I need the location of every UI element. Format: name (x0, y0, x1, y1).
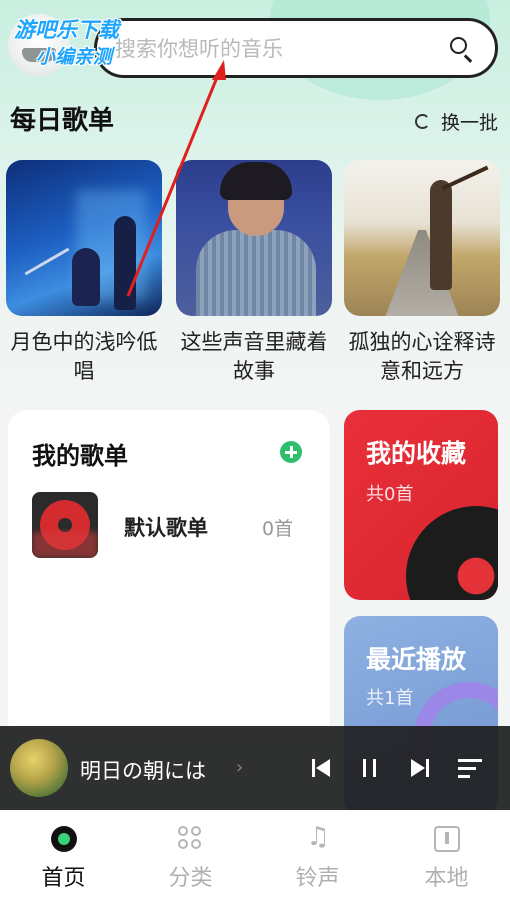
daily-playlist-title: 每日歌单 (10, 100, 122, 137)
playlist-caption[interactable]: 孤独的心诠释诗意和远方 (344, 328, 500, 386)
my-playlists-title: 我的歌单 (32, 442, 128, 470)
favorites-title: 我的收藏 (366, 439, 467, 468)
tab-ringtone-label: 铃声 (295, 866, 340, 891)
playlist-card[interactable]: 孤独的心诠释诗意和远方 (344, 160, 500, 386)
daily-playlist-title-text: 每日歌单 (10, 106, 115, 136)
tab-local-label: 本地 (424, 866, 469, 891)
now-playing-title[interactable]: 明日の朝には (80, 755, 206, 785)
pause-icon[interactable] (352, 750, 388, 786)
playlist-icon[interactable] (452, 750, 488, 786)
add-playlist-icon[interactable] (280, 441, 302, 463)
my-playlists-panel: 我的歌单 默认歌单 0首 (8, 410, 330, 740)
playlist-card[interactable]: 月色中的浅吟低唱 (6, 160, 162, 386)
playlist-cover[interactable] (344, 160, 500, 316)
tab-home-label: 首页 (41, 866, 86, 891)
bottom-tab-bar: 首页 分类 铃声 本地 (0, 810, 510, 899)
local-icon (433, 826, 460, 852)
category-icon (177, 826, 204, 852)
playlist-cover[interactable] (176, 160, 332, 316)
search-placeholder[interactable]: 搜索你想听的音乐 (115, 33, 441, 63)
tab-ringtone[interactable]: 铃声 (254, 810, 381, 899)
tab-home[interactable]: 首页 (0, 810, 127, 899)
next-icon[interactable] (402, 750, 438, 786)
playlist-caption[interactable]: 这些声音里藏着故事 (176, 328, 332, 386)
home-icon (50, 826, 77, 852)
favorites-count: 共0首 (366, 484, 414, 505)
tab-category[interactable]: 分类 (127, 810, 254, 899)
album-art[interactable] (10, 739, 68, 797)
daily-playlists: 月色中的浅吟低唱 这些声音里藏着故事 孤独的心诠释诗意和远方 (0, 160, 510, 390)
search-icon[interactable] (441, 28, 481, 68)
playlist-name: 默认歌单 (124, 516, 208, 540)
search-bar[interactable]: 搜索你想听的音乐 (94, 18, 498, 78)
ringtone-icon (305, 822, 331, 852)
tab-local[interactable]: 本地 (383, 810, 510, 899)
refresh-label: 换一批 (440, 112, 498, 134)
playlist-cover[interactable] (6, 160, 162, 316)
playlist-thumbnail (32, 492, 98, 558)
playlist-caption[interactable]: 月色中的浅吟低唱 (6, 328, 162, 386)
chevron-right-icon: › (236, 757, 244, 778)
list-item[interactable]: 默认歌单 0首 (32, 492, 312, 562)
previous-icon[interactable] (304, 750, 340, 786)
mini-player[interactable]: 明日の朝には › (0, 726, 510, 810)
favorites-card[interactable]: 我的收藏 共0首 (344, 410, 498, 600)
recent-count: 共1首 (366, 688, 414, 709)
playlist-card[interactable]: 这些声音里藏着故事 (176, 160, 332, 386)
refresh-icon (413, 112, 433, 132)
refresh-button[interactable]: 换一批 (413, 108, 498, 135)
playlist-count: 0首 (262, 518, 294, 540)
avatar[interactable] (8, 14, 70, 76)
tab-category-label: 分类 (168, 866, 213, 891)
avatar-graphic (22, 48, 56, 62)
vinyl-icon (406, 506, 498, 600)
recent-title: 最近播放 (366, 645, 467, 674)
